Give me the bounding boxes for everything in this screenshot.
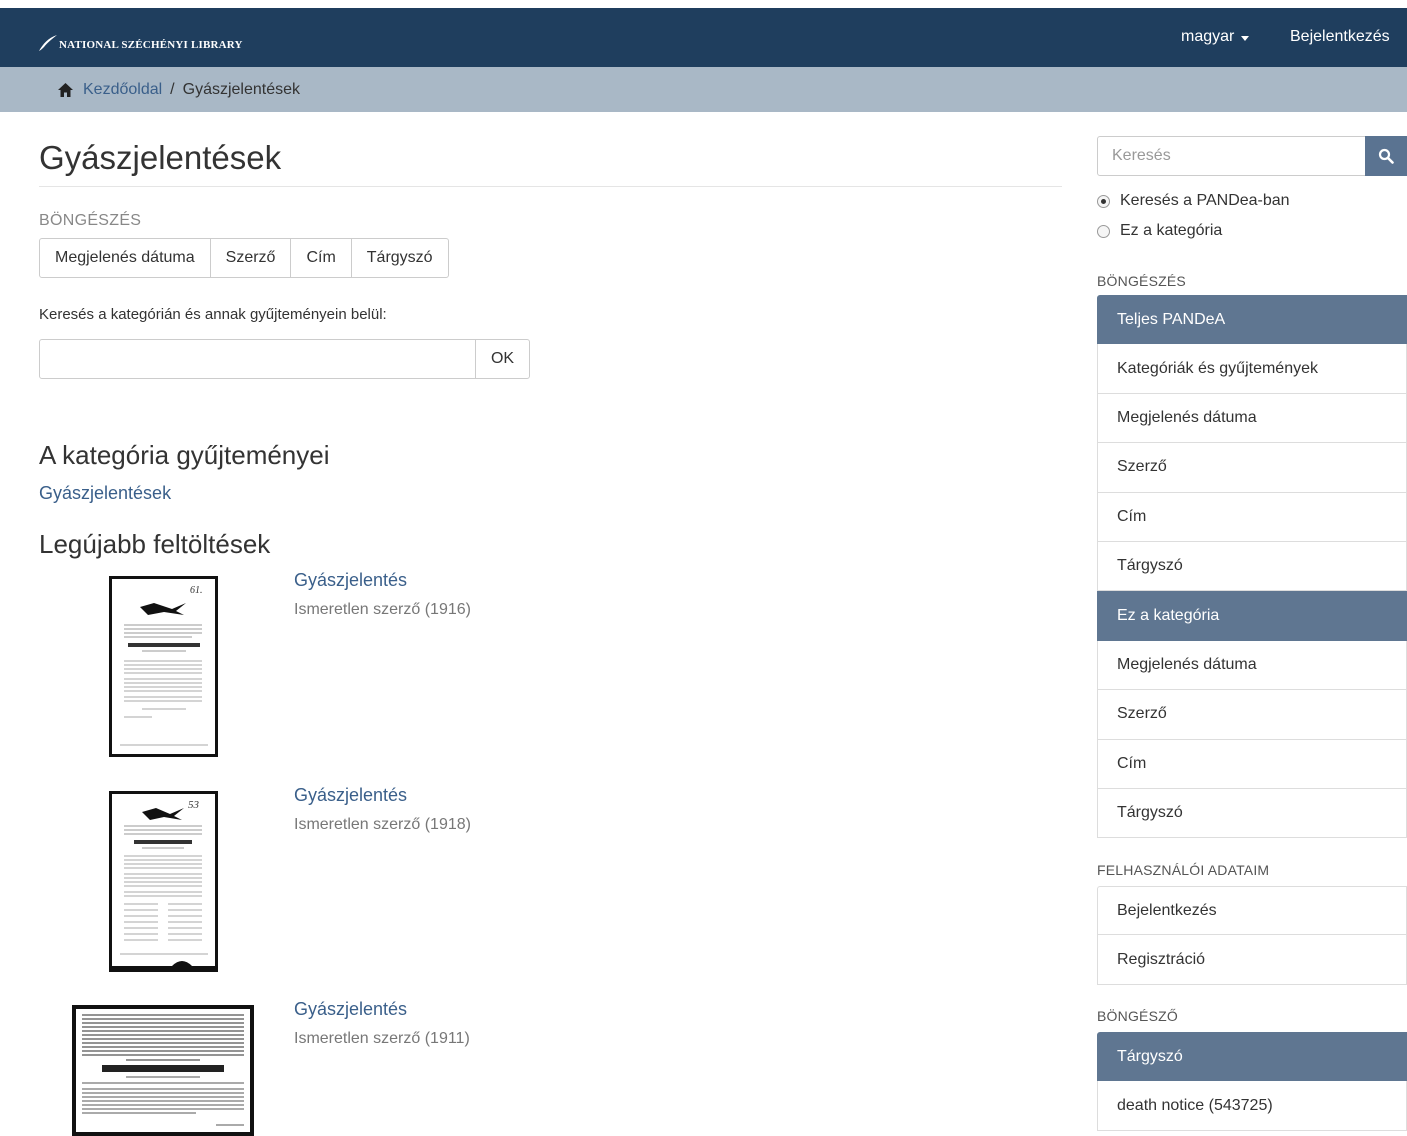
browse-by-subject-button[interactable]: Tárgyszó bbox=[350, 238, 449, 278]
browse-label: BÖNGÉSZÉS bbox=[39, 212, 142, 229]
language-label: magyar bbox=[1181, 28, 1235, 45]
recent-uploads-heading: Legújabb feltöltések bbox=[39, 529, 271, 559]
item-title-link[interactable]: Gyászjelentés bbox=[294, 570, 407, 591]
search-icon bbox=[1378, 148, 1394, 164]
category-list-item-title[interactable]: Cím bbox=[1097, 739, 1407, 789]
browse-list-header-all: Teljes PANDeA bbox=[1097, 295, 1407, 345]
item-thumbnail[interactable] bbox=[72, 1005, 254, 1136]
radio-search-category[interactable]: Ez a kategória bbox=[1097, 222, 1222, 240]
sidebar-browser-heading: BÖNGÉSZŐ bbox=[1097, 1008, 1178, 1024]
item-title-link[interactable]: Gyászjelentés bbox=[294, 785, 407, 806]
breadcrumb-separator: / bbox=[170, 80, 175, 98]
browser-list-item-death-notice[interactable]: death notice (543725) bbox=[1097, 1081, 1407, 1131]
browse-button-group: Megjelenés dátuma Szerző Cím Tárgyszó bbox=[39, 238, 449, 278]
collection-link[interactable]: Gyászjelentések bbox=[39, 483, 171, 504]
breadcrumb-current: Gyászjelentések bbox=[182, 80, 301, 98]
radio-label: Keresés a PANDea-ban bbox=[1120, 192, 1290, 209]
item-title-link[interactable]: Gyászjelentés bbox=[294, 999, 407, 1020]
sidebar-search-input[interactable] bbox=[1097, 136, 1366, 176]
browse-by-title-button[interactable]: Cím bbox=[290, 238, 352, 278]
sidebar-user-list: Bejelentkezés Regisztráció bbox=[1097, 886, 1407, 985]
item-thumbnail[interactable]: 53 bbox=[109, 791, 218, 972]
sidebar-browse-list: Teljes PANDeA Kategóriák és gyűjtemények… bbox=[1097, 295, 1407, 839]
site-logo[interactable]: NATIONAL SZÉCHÉNYI LIBRARY bbox=[38, 28, 243, 52]
item-author-year: Ismeretlen szerző (1911) bbox=[294, 1030, 470, 1047]
scope-search-label: Keresés a kategórián és annak gyűjtemény… bbox=[39, 306, 387, 323]
user-list-item-register[interactable]: Regisztráció bbox=[1097, 935, 1407, 985]
browse-list-item-title[interactable]: Cím bbox=[1097, 492, 1407, 542]
browser-list-header-subject: Tárgyszó bbox=[1097, 1032, 1407, 1082]
breadcrumb: Kezdőoldal / Gyászjelentések bbox=[0, 67, 1407, 112]
document-thumbnail-icon: 53 bbox=[112, 794, 215, 966]
sidebar-browse-heading: BÖNGÉSZÉS bbox=[1097, 273, 1186, 289]
radio-label: Ez a kategória bbox=[1120, 222, 1223, 239]
feather-logo-icon bbox=[39, 35, 57, 51]
browse-list-item-subject[interactable]: Tárgyszó bbox=[1097, 541, 1407, 592]
document-thumbnail-icon: 61. bbox=[112, 579, 215, 754]
login-link[interactable]: Bejelentkezés bbox=[1290, 28, 1390, 46]
scope-search-input[interactable] bbox=[39, 339, 476, 379]
sidebar-browser-list: Tárgyszó death notice (543725) bbox=[1097, 1032, 1407, 1131]
sidebar-search-button[interactable] bbox=[1365, 136, 1407, 176]
category-list-item-author[interactable]: Szerző bbox=[1097, 690, 1407, 740]
item-author-year: Ismeretlen szerző (1916) bbox=[294, 601, 471, 618]
category-list-item-date[interactable]: Megjelenés dátuma bbox=[1097, 640, 1407, 691]
sidebar-user-heading: FELHASZNÁLÓI ADATAIM bbox=[1097, 862, 1270, 878]
top-navbar: NATIONAL SZÉCHÉNYI LIBRARY magyar Bejele… bbox=[0, 0, 1407, 67]
logo-text: NATIONAL SZÉCHÉNYI LIBRARY bbox=[59, 39, 243, 51]
radio-button[interactable] bbox=[1097, 224, 1110, 238]
scope-search-ok-button[interactable]: OK bbox=[475, 339, 530, 379]
browse-by-author-button[interactable]: Szerző bbox=[209, 238, 292, 278]
caret-down-icon bbox=[1241, 35, 1250, 41]
browse-list-item-communities[interactable]: Kategóriák és gyűjtemények bbox=[1097, 344, 1407, 394]
item-thumbnail[interactable]: 61. bbox=[109, 576, 218, 757]
document-thumbnail-icon bbox=[76, 1009, 250, 1132]
page-title: Gyászjelentések bbox=[39, 139, 282, 176]
radio-button-checked[interactable] bbox=[1097, 194, 1110, 208]
home-icon bbox=[58, 82, 73, 97]
svg-text:53: 53 bbox=[188, 799, 200, 811]
browse-list-item-date[interactable]: Megjelenés dátuma bbox=[1097, 393, 1407, 444]
browse-list-header-category: Ez a kategória bbox=[1097, 591, 1407, 641]
item-author-year: Ismeretlen szerző (1918) bbox=[294, 816, 471, 833]
category-list-item-subject[interactable]: Tárgyszó bbox=[1097, 788, 1407, 839]
browse-by-date-button[interactable]: Megjelenés dátuma bbox=[39, 238, 211, 278]
language-dropdown[interactable]: magyar bbox=[1181, 28, 1250, 46]
browse-list-item-author[interactable]: Szerző bbox=[1097, 443, 1407, 493]
top-strip bbox=[0, 0, 1407, 8]
user-list-item-login[interactable]: Bejelentkezés bbox=[1097, 886, 1407, 936]
collections-heading: A kategória gyűjteményei bbox=[39, 440, 330, 470]
svg-text:61.: 61. bbox=[190, 585, 203, 596]
title-divider bbox=[39, 186, 1062, 187]
breadcrumb-home-link[interactable]: Kezdőoldal bbox=[83, 81, 162, 99]
radio-search-all[interactable]: Keresés a PANDea-ban bbox=[1097, 192, 1290, 210]
